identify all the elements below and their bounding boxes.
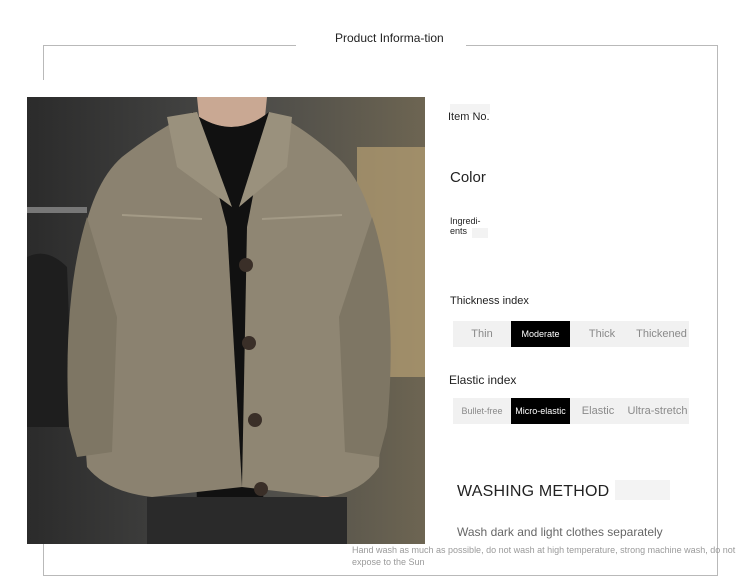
frame-top-left <box>43 45 296 46</box>
frame-left <box>43 45 44 80</box>
frame-right <box>717 45 718 575</box>
item-no-label: Item No. <box>448 111 490 123</box>
thickness-index-label: Thickness index <box>450 295 529 307</box>
ingredients-label: Ingredi-ents <box>450 216 481 236</box>
elastic-option-bullet-free: Bullet-free <box>461 406 503 416</box>
thickness-option-thin: Thin <box>471 328 493 340</box>
elastic-option-micro-elastic: Micro-elastic <box>511 398 570 424</box>
elastic-option-elastic: Elastic <box>581 405 615 417</box>
frame-left-lower <box>43 544 44 575</box>
washing-method-note: Hand wash as much as possible, do not wa… <box>352 545 736 567</box>
thickness-option-thick: Thick <box>588 328 616 340</box>
thickness-options: Thin Moderate Thick Thickened <box>453 321 689 347</box>
thickness-option-thickened: Thickened <box>636 328 687 340</box>
elastic-index-label: Elastic index <box>449 373 517 387</box>
elastic-option-ultra-stretch: Ultra-stretch <box>627 405 688 417</box>
washing-method-subtitle: Wash dark and light clothes separately <box>457 525 663 539</box>
elastic-options: Bullet-free Micro-elastic Elastic Ultra-… <box>453 398 689 424</box>
color-label: Color <box>450 169 486 186</box>
product-photo <box>27 97 425 544</box>
page-title: Product Informa-tion <box>335 31 444 45</box>
frame-top-right <box>466 45 718 46</box>
washing-method-title: WASHING METHOD <box>457 483 610 500</box>
washing-icon <box>615 480 670 500</box>
frame-bottom <box>43 575 718 576</box>
thickness-option-moderate: Moderate <box>511 321 570 347</box>
